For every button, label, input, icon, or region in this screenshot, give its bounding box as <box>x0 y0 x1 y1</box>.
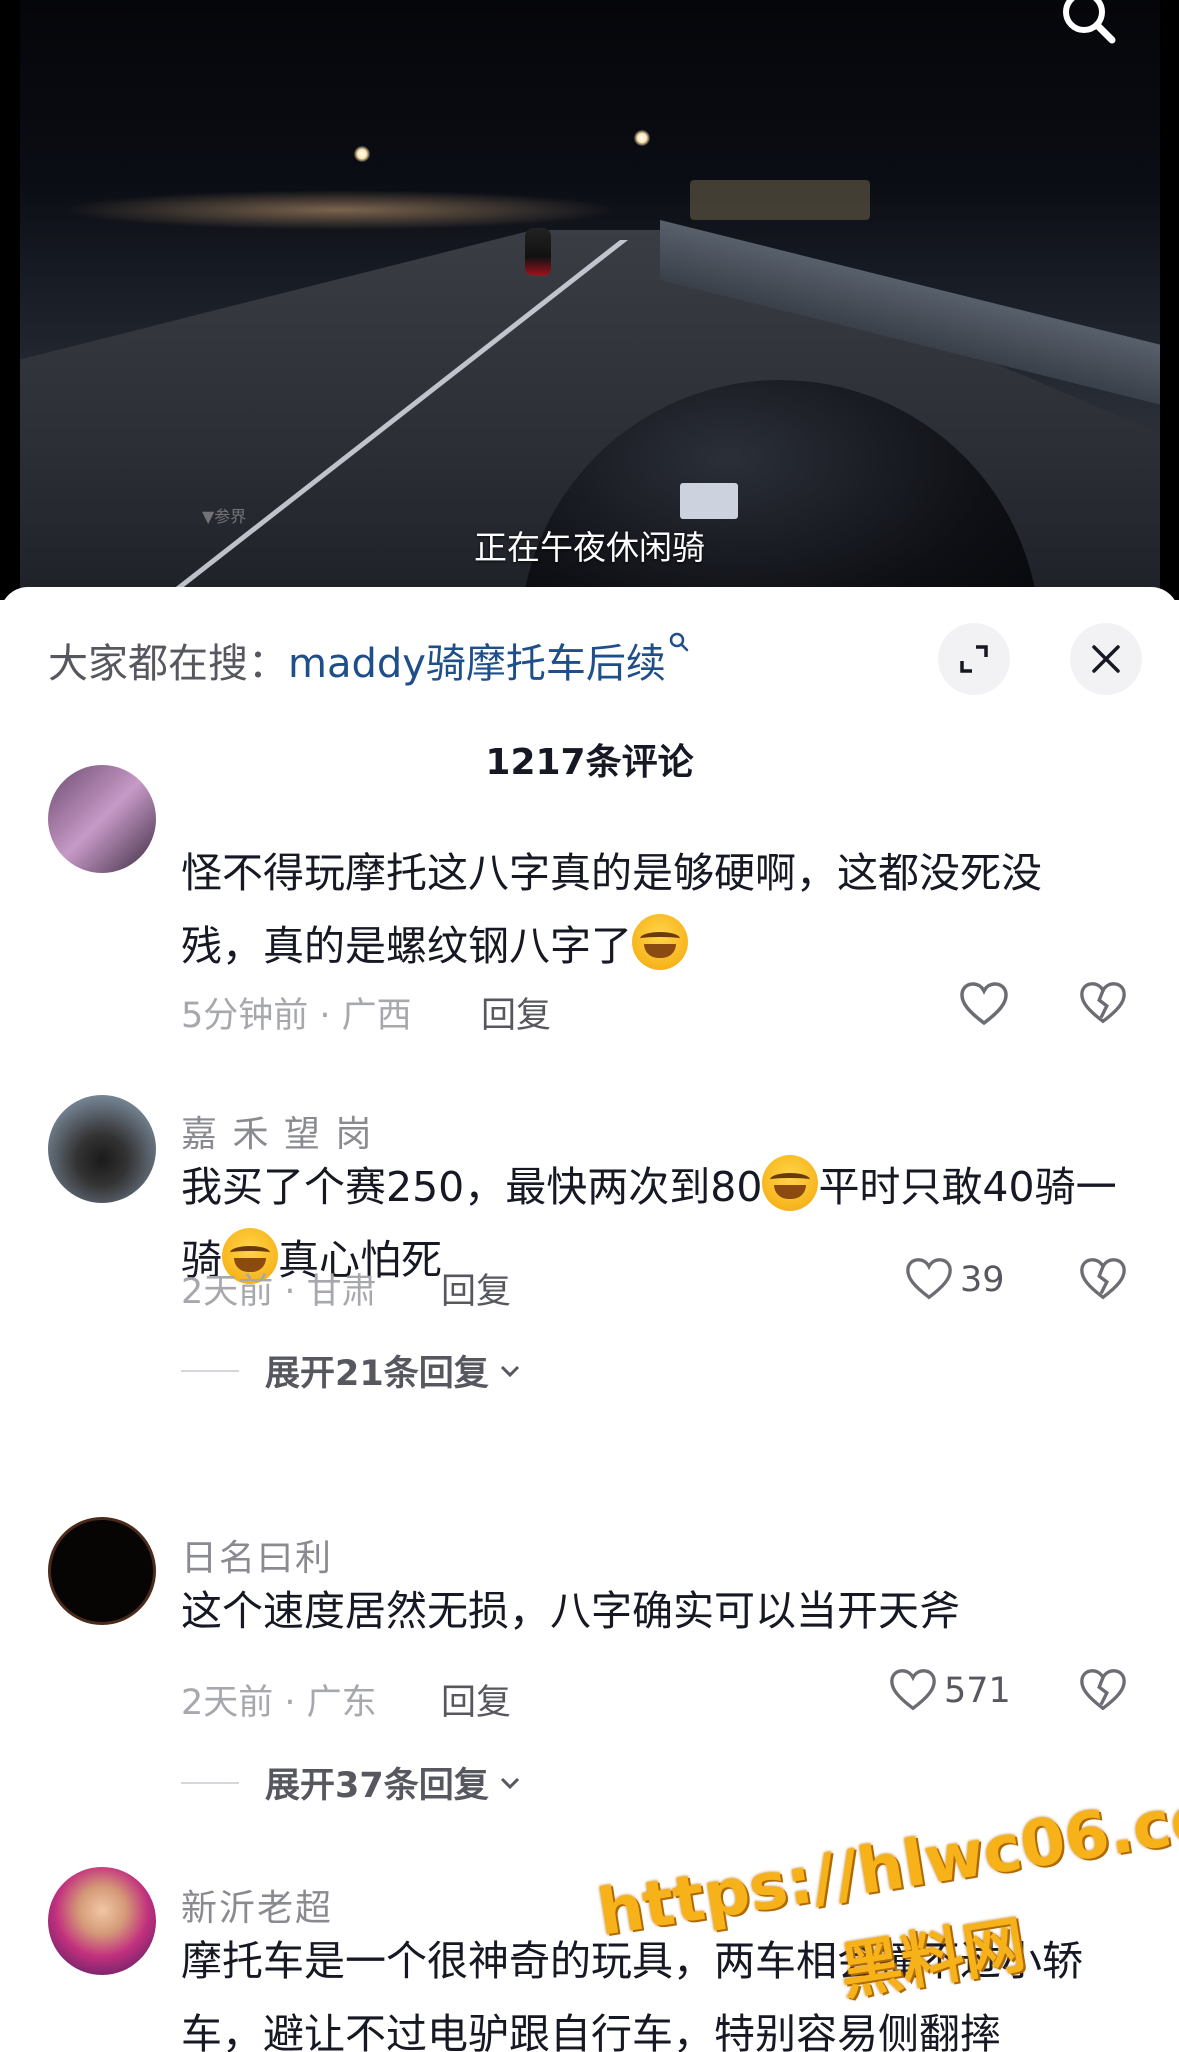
like-button[interactable]: 39 <box>904 1255 1005 1305</box>
comment-meta: 2天前 · 广东 <box>181 1683 377 1723</box>
avatar[interactable] <box>48 1095 156 1203</box>
divider <box>181 1369 239 1372</box>
dislike-icon[interactable] <box>1078 979 1128 1029</box>
roadside-wall <box>690 180 870 220</box>
comment-meta: 2天前 · 甘肃 <box>181 1272 377 1312</box>
comment-item: 怪不得玩摩托这八字真的是够硬啊，这都没死没残，真的是螺纹钢八字了 5分钟前 · … <box>0 765 1179 1067</box>
rider-ahead <box>525 228 551 276</box>
comment-count: 1217条评论 <box>485 742 694 783</box>
reply-button[interactable]: 回复 <box>441 1263 511 1314</box>
expand-replies-button[interactable]: 展开37条回复 <box>181 1757 523 1808</box>
comment-text-part: 我买了个赛250，最快两次到80 <box>181 1163 763 1211</box>
divider <box>181 1781 239 1784</box>
comment-sheet: 大家都在搜：maddy骑摩托车后续 1217条评论 怪不得玩摩托这八字真的是够硬… <box>0 587 1179 2052</box>
like-icon[interactable] <box>958 979 1010 1031</box>
comment-username[interactable]: 嘉 禾 望 岗 <box>181 1105 373 1157</box>
close-icon <box>1092 645 1120 673</box>
video-player[interactable]: ▼参界 正在午夜休闲骑 <box>0 0 1179 600</box>
video-frame: ▼参界 <box>20 0 1160 600</box>
like-icon <box>906 1258 952 1300</box>
search-icon[interactable] <box>1060 0 1120 52</box>
laugh-cry-emoji-icon <box>632 914 688 970</box>
video-subtitle: 正在午夜休闲骑 <box>474 528 705 567</box>
city-lights <box>60 190 620 230</box>
like-icon <box>890 1669 936 1711</box>
expand-replies-button[interactable]: 展开21条回复 <box>181 1345 523 1396</box>
dashboard-display <box>680 483 738 519</box>
like-button[interactable]: 571 <box>888 1666 1011 1716</box>
street-lamp <box>634 130 650 146</box>
expand-replies-label: 展开21条回复 <box>265 1354 489 1394</box>
comment-item: 嘉 禾 望 岗 我买了个赛250，最快两次到80 平时只敢40骑一骑 真心怕死 2天… <box>0 1095 1179 1495</box>
expand-icon <box>960 645 988 673</box>
expand-replies-label: 展开37条回复 <box>265 1766 489 1806</box>
chevron-down-icon <box>500 1365 519 1377</box>
reply-button[interactable]: 回复 <box>481 987 551 1038</box>
comment-username[interactable]: 新沂老超 <box>181 1879 333 1931</box>
hot-search-keyword[interactable]: maddy骑摩托车后续 <box>288 641 666 687</box>
like-count: 39 <box>960 1260 1005 1300</box>
avatar[interactable] <box>48 1867 156 1975</box>
comment-text: 摩托车是一个很神奇的玩具，两车相会撞不过小轿车，避让不过电驴跟自行车，特别容易侧… <box>181 1937 1083 2052</box>
search-icon <box>669 632 689 652</box>
hot-search-bar[interactable]: 大家都在搜：maddy骑摩托车后续 <box>48 631 690 689</box>
dislike-icon[interactable] <box>1078 1666 1128 1716</box>
comment-item: 日名曰利 这个速度居然无损，八字确实可以当开天斧 2天前 · 广东 回复 571… <box>0 1517 1179 1847</box>
like-count: 571 <box>944 1671 1011 1711</box>
fullscreen-button[interactable] <box>938 623 1010 695</box>
comment-text-body: 怪不得玩摩托这八字真的是够硬啊，这都没死没残，真的是螺纹钢八字了 <box>181 849 1042 970</box>
avatar[interactable] <box>48 765 156 873</box>
comment-text: 这个速度居然无损，八字确实可以当开天斧 <box>181 1587 960 1635</box>
cry-emoji-icon <box>762 1155 819 1211</box>
close-button[interactable] <box>1070 623 1142 695</box>
street-lamp <box>354 146 370 162</box>
dislike-icon[interactable] <box>1078 1255 1128 1305</box>
hot-search-prefix: 大家都在搜： <box>48 641 288 687</box>
avatar[interactable] <box>48 1517 156 1625</box>
comment-text: 怪不得玩摩托这八字真的是够硬啊，这都没死没残，真的是螺纹钢八字了 <box>181 837 1121 983</box>
chevron-down-icon <box>500 1777 519 1789</box>
reply-button[interactable]: 回复 <box>441 1674 511 1725</box>
comment-item: 新沂老超 摩托车是一个很神奇的玩具，两车相会撞不过小轿车，避让不过电驴跟自行车，… <box>0 1867 1179 2052</box>
comment-meta: 5分钟前 · 广西 <box>181 996 412 1036</box>
comment-username[interactable]: 日名曰利 <box>181 1529 333 1581</box>
